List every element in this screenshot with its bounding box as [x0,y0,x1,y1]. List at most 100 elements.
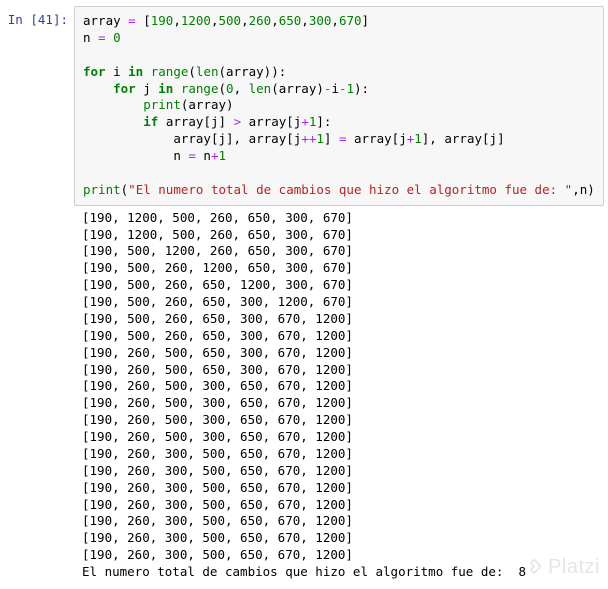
code-token: 0 [226,81,234,96]
code-token: 670 [339,13,362,28]
code-token: len [196,64,219,79]
code-token: range [181,81,219,96]
jupyter-notebook: In [41]: array = [190,1200,500,260,650,3… [0,0,608,589]
code-token: , [331,13,339,28]
code-token: array [226,64,264,79]
code-token: + [301,114,309,129]
code-token [158,114,166,129]
code-token: array [83,13,121,28]
code-token: ): [271,64,286,79]
code-token: [ [203,114,211,129]
prompt-number: 41 [38,12,53,27]
code-token: array [279,81,317,96]
code-token: = [121,13,144,28]
code-token: [ [286,114,294,129]
code-token: 260 [249,13,272,28]
code-token: print [83,182,121,197]
code-token: i [331,81,339,96]
code-token: [ [482,131,490,146]
code-token: 1 [218,148,226,163]
code-token: array [249,114,287,129]
code-token: 1 [347,81,355,96]
code-token: ++ [301,131,316,146]
code-token: ] [219,114,227,129]
code-token: in [128,64,143,79]
code-token: ], [226,131,241,146]
code-token: [ [143,13,151,28]
code-token: in [158,81,173,96]
code-token: array [249,131,287,146]
code-token: ) [226,97,234,112]
code-token: = [91,30,114,45]
code-token [83,114,143,129]
code-token [83,131,173,146]
code-token: array [444,131,482,146]
code-token [83,97,143,112]
code-token: array [188,97,226,112]
code-token: 1 [316,131,324,146]
code-token: 0 [113,30,121,45]
code-token: , [173,13,181,28]
code-token: array [354,131,392,146]
code-token: ( [188,64,196,79]
code-token: , [301,13,309,28]
code-token [143,64,151,79]
code-token: if [143,114,158,129]
code-token: 300 [309,13,332,28]
input-prompt: In [41]: [0,6,74,29]
code-token [241,131,249,146]
input-cell: In [41]: array = [190,1200,500,260,650,3… [0,6,608,206]
code-token: for [83,64,106,79]
output-area: [190, 1200, 500, 260, 650, 300, 670] [19… [74,206,608,581]
code-token: n [173,148,181,163]
code-token: 190 [151,13,174,28]
code-token [83,148,173,163]
watermark-text: Platzi [548,554,600,581]
prompt-suffix: ]: [53,12,68,27]
code-token: ): [354,81,369,96]
code-token: j [218,131,226,146]
code-token [173,81,181,96]
code-token: array [166,114,204,129]
code-token: > [226,114,249,129]
code-token: range [151,64,189,79]
code-token: n [203,148,211,163]
code-token: 1 [414,131,422,146]
code-token: j [490,131,498,146]
platzi-logo-icon [524,558,544,578]
code-token: ( [271,81,279,96]
code-token: j [211,114,219,129]
code-token: ) [587,182,595,197]
code-token: ( [219,64,227,79]
watermark: Platzi [524,554,600,581]
code-token: = [331,131,354,146]
code-token: ( [219,81,227,96]
code-token: 500 [219,13,242,28]
code-token: , [572,182,580,197]
code-token: ]: [316,114,331,129]
code-token: - [339,81,347,96]
code-token: , [211,13,219,28]
prompt-prefix: In [ [8,12,38,27]
code-token: 1200 [181,13,211,28]
code-token: ] [362,13,370,28]
code-token: ) [316,81,324,96]
code-token: , [271,13,279,28]
code-token: print [143,97,181,112]
code-area[interactable]: array = [190,1200,500,260,650,300,670] n… [74,6,604,206]
code-token: [ [286,131,294,146]
code-token: n [83,30,91,45]
code-token: , [241,13,249,28]
code-token: i [106,64,129,79]
code-token: j [136,81,159,96]
code-token: , [234,81,249,96]
code-token: = [181,148,204,163]
code-token [83,81,113,96]
code-token: 650 [279,13,302,28]
code-token: j [399,131,407,146]
code-token: ], [422,131,437,146]
code-token: "El numero total de cambios que hizo el … [128,182,572,197]
code-token: for [113,81,136,96]
code-token: array [173,131,211,146]
code-token: ] [497,131,505,146]
